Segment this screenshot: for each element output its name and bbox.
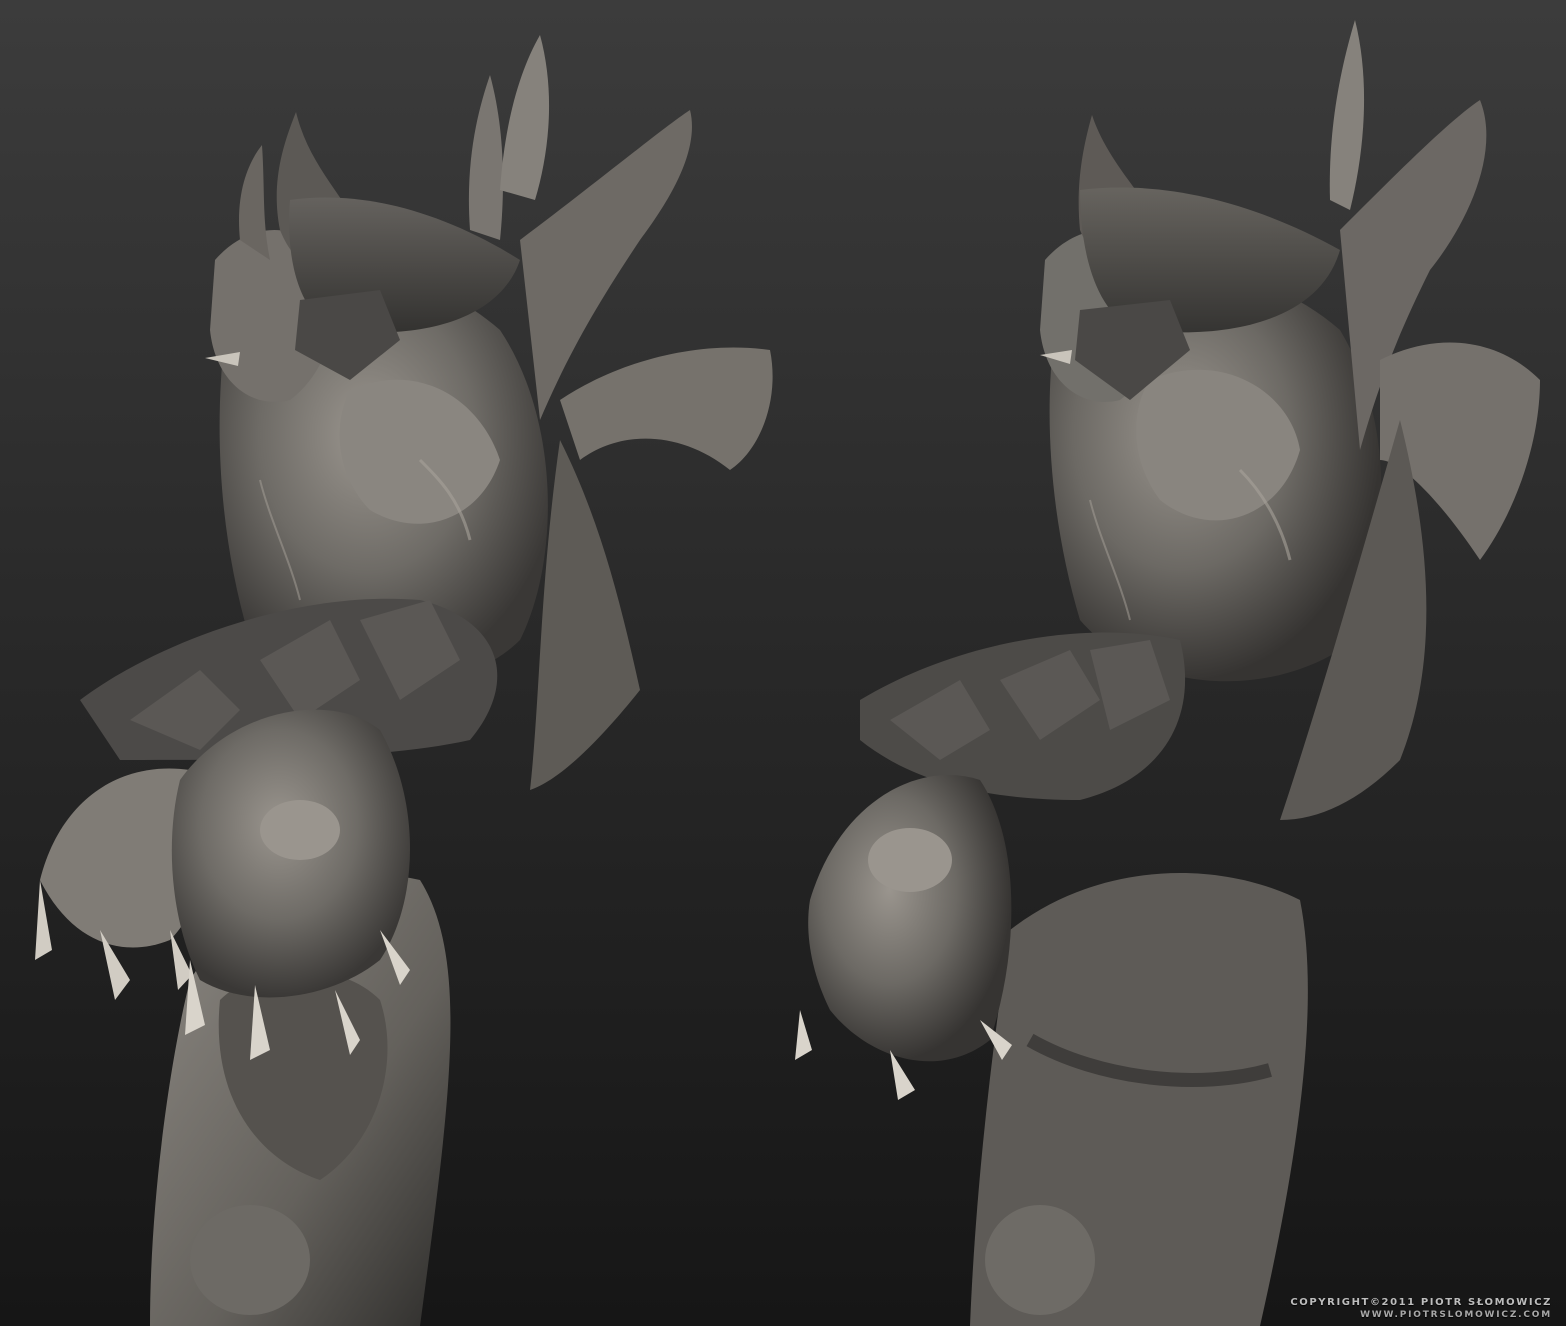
knuckle xyxy=(260,800,340,860)
render-canvas: COPYRIGHT©2011 PIOTR SŁOMOWICZ WWW.PIOTR… xyxy=(0,0,1566,1326)
creature-sculpt-right xyxy=(795,20,1540,1326)
horn-back-2 xyxy=(500,35,550,200)
copyright-line: COPYRIGHT©2011 PIOTR SŁOMOWICZ xyxy=(1290,1297,1552,1308)
creature-sculpt-left xyxy=(35,35,773,1326)
sculpt-view-left xyxy=(0,0,800,1326)
horn-back-1 xyxy=(468,75,503,240)
knuckle xyxy=(868,828,952,892)
sculpt-view-right xyxy=(780,0,1566,1326)
horn-back-1 xyxy=(1329,20,1365,210)
hip-bulge xyxy=(190,1205,310,1315)
copyright-watermark: COPYRIGHT©2011 PIOTR SŁOMOWICZ WWW.PIOTR… xyxy=(1290,1296,1552,1322)
hip-bulge xyxy=(985,1205,1095,1315)
back-spine-2 xyxy=(560,347,773,470)
website-line: WWW.PIOTRSLOMOWICZ.COM xyxy=(1360,1310,1552,1320)
hand-main xyxy=(808,775,1012,1062)
